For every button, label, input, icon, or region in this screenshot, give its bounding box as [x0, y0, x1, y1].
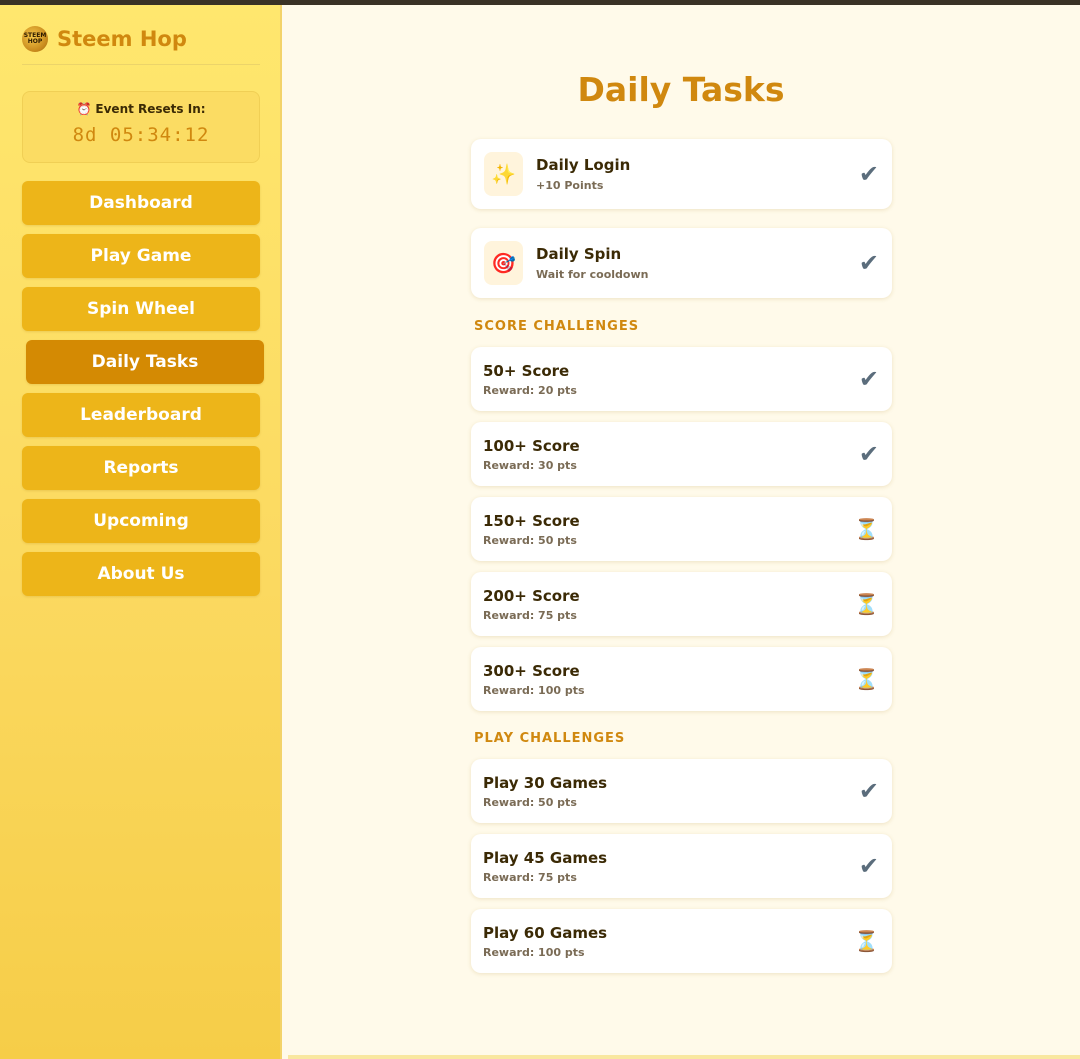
check-mark-icon: ✔ — [858, 777, 879, 805]
check-mark-icon: ✔ — [858, 249, 879, 277]
play-challenges-heading: PLAY CHALLENGES — [474, 731, 626, 746]
task-title: 300+ Score — [483, 662, 580, 680]
task-card-300-score[interactable]: 300+ Score Reward: 100 pts ⏳ — [471, 647, 892, 711]
nav-item-play-game[interactable]: Play Game — [22, 234, 260, 278]
play-challenge-list: Play 30 Games Reward: 50 pts ✔ Play 45 Game… — [471, 759, 892, 973]
timer-countdown: 8d 05:34:12 — [72, 124, 210, 146]
task-card-play-60-games[interactable]: Play 60 Games Reward: 100 pts ⏳ — [471, 909, 892, 973]
nav-item-leaderboard[interactable]: Leaderboard — [22, 393, 260, 437]
nav-item-reports[interactable]: Reports — [22, 446, 260, 490]
sidebar: STEEM HOP Steem Hop ⏰ Event Resets In: 8… — [0, 5, 282, 1059]
task-card-50-score[interactable]: 50+ Score Reward: 20 pts ✔ — [471, 347, 892, 411]
hourglass-icon: ⏳ — [854, 592, 879, 616]
task-title: Daily Login — [536, 156, 631, 174]
task-title: 50+ Score — [483, 362, 570, 380]
task-card-daily-login[interactable]: ✨ Daily Login +10 Points ✔ — [471, 139, 892, 209]
task-subtitle: Reward: 100 pts — [483, 684, 585, 697]
daily-task-list: ✨ Daily Login +10 Points ✔ 🎯 Daily Spin Wait f… — [471, 139, 892, 317]
score-challenges-heading: SCORE CHALLENGES — [474, 319, 640, 334]
play-challenges: PLAY CHALLENGES Play 30 Games Reward: 50 … — [471, 731, 892, 984]
task-card-200-score[interactable]: 200+ Score Reward: 75 pts ⏳ — [471, 572, 892, 636]
nav-item-dashboard[interactable]: Dashboard — [22, 181, 260, 225]
score-challenge-list: 50+ Score Reward: 20 pts ✔ 100+ Score Reward… — [471, 347, 892, 711]
task-subtitle: Reward: 50 pts — [483, 534, 577, 547]
task-title: Play 45 Games — [483, 849, 608, 867]
task-title: Daily Spin — [536, 245, 622, 263]
task-title: Play 30 Games — [483, 774, 608, 792]
nav-item-spin-wheel[interactable]: Spin Wheel — [22, 287, 260, 331]
check-mark-icon: ✔ — [858, 852, 879, 880]
brand[interactable]: STEEM HOP Steem Hop — [22, 25, 260, 65]
nav-item-daily-tasks[interactable]: Daily Tasks — [26, 340, 264, 384]
task-subtitle: Wait for cooldown — [536, 268, 649, 281]
task-subtitle: Reward: 75 pts — [483, 871, 577, 884]
task-subtitle: Reward: 100 pts — [483, 946, 585, 959]
task-title: Play 60 Games — [483, 924, 608, 942]
hourglass-icon: ⏳ — [854, 929, 879, 953]
task-card-play-45-games[interactable]: Play 45 Games Reward: 75 pts ✔ — [471, 834, 892, 898]
hourglass-icon: ⏳ — [854, 517, 879, 541]
hourglass-icon: ⏳ — [854, 667, 879, 691]
task-title: 200+ Score — [483, 587, 580, 605]
task-subtitle: Reward: 30 pts — [483, 459, 577, 472]
bottom-divider — [288, 1055, 1080, 1059]
nav-item-about-us[interactable]: About Us — [22, 552, 260, 596]
check-mark-icon: ✔ — [858, 440, 879, 468]
sidebar-nav: Dashboard Play Game Spin Wheel Daily Tasks L… — [22, 181, 264, 605]
task-subtitle: Reward: 50 pts — [483, 796, 577, 809]
task-card-150-score[interactable]: 150+ Score Reward: 50 pts ⏳ — [471, 497, 892, 561]
event-reset-timer: ⏰ Event Resets In: 8d 05:34:12 — [22, 91, 260, 163]
page-title: Daily Tasks — [577, 70, 785, 109]
task-card-play-30-games[interactable]: Play 30 Games Reward: 50 pts ✔ — [471, 759, 892, 823]
timer-label-row: ⏰ Event Resets In: — [23, 102, 259, 116]
task-subtitle: +10 Points — [536, 179, 604, 192]
target-icon: 🎯 — [484, 241, 523, 285]
task-card-100-score[interactable]: 100+ Score Reward: 30 pts ✔ — [471, 422, 892, 486]
check-mark-icon: ✔ — [858, 160, 879, 188]
brand-title: Steem Hop — [57, 27, 187, 51]
task-title: 100+ Score — [483, 437, 580, 455]
score-challenges: SCORE CHALLENGES 50+ Score Reward: 20 pts… — [471, 319, 892, 722]
task-title: 150+ Score — [483, 512, 580, 530]
task-subtitle: Reward: 20 pts — [483, 384, 577, 397]
steem-hop-logo: STEEM HOP — [22, 26, 48, 52]
alarm-clock-icon: ⏰ — [76, 102, 92, 116]
check-mark-icon: ✔ — [858, 365, 879, 393]
task-subtitle: Reward: 75 pts — [483, 609, 577, 622]
task-card-daily-spin[interactable]: 🎯 Daily Spin Wait for cooldown ✔ — [471, 228, 892, 298]
nav-item-upcoming[interactable]: Upcoming — [22, 499, 260, 543]
timer-label: Event Resets In: — [95, 102, 206, 116]
sparkles-icon: ✨ — [484, 152, 523, 196]
